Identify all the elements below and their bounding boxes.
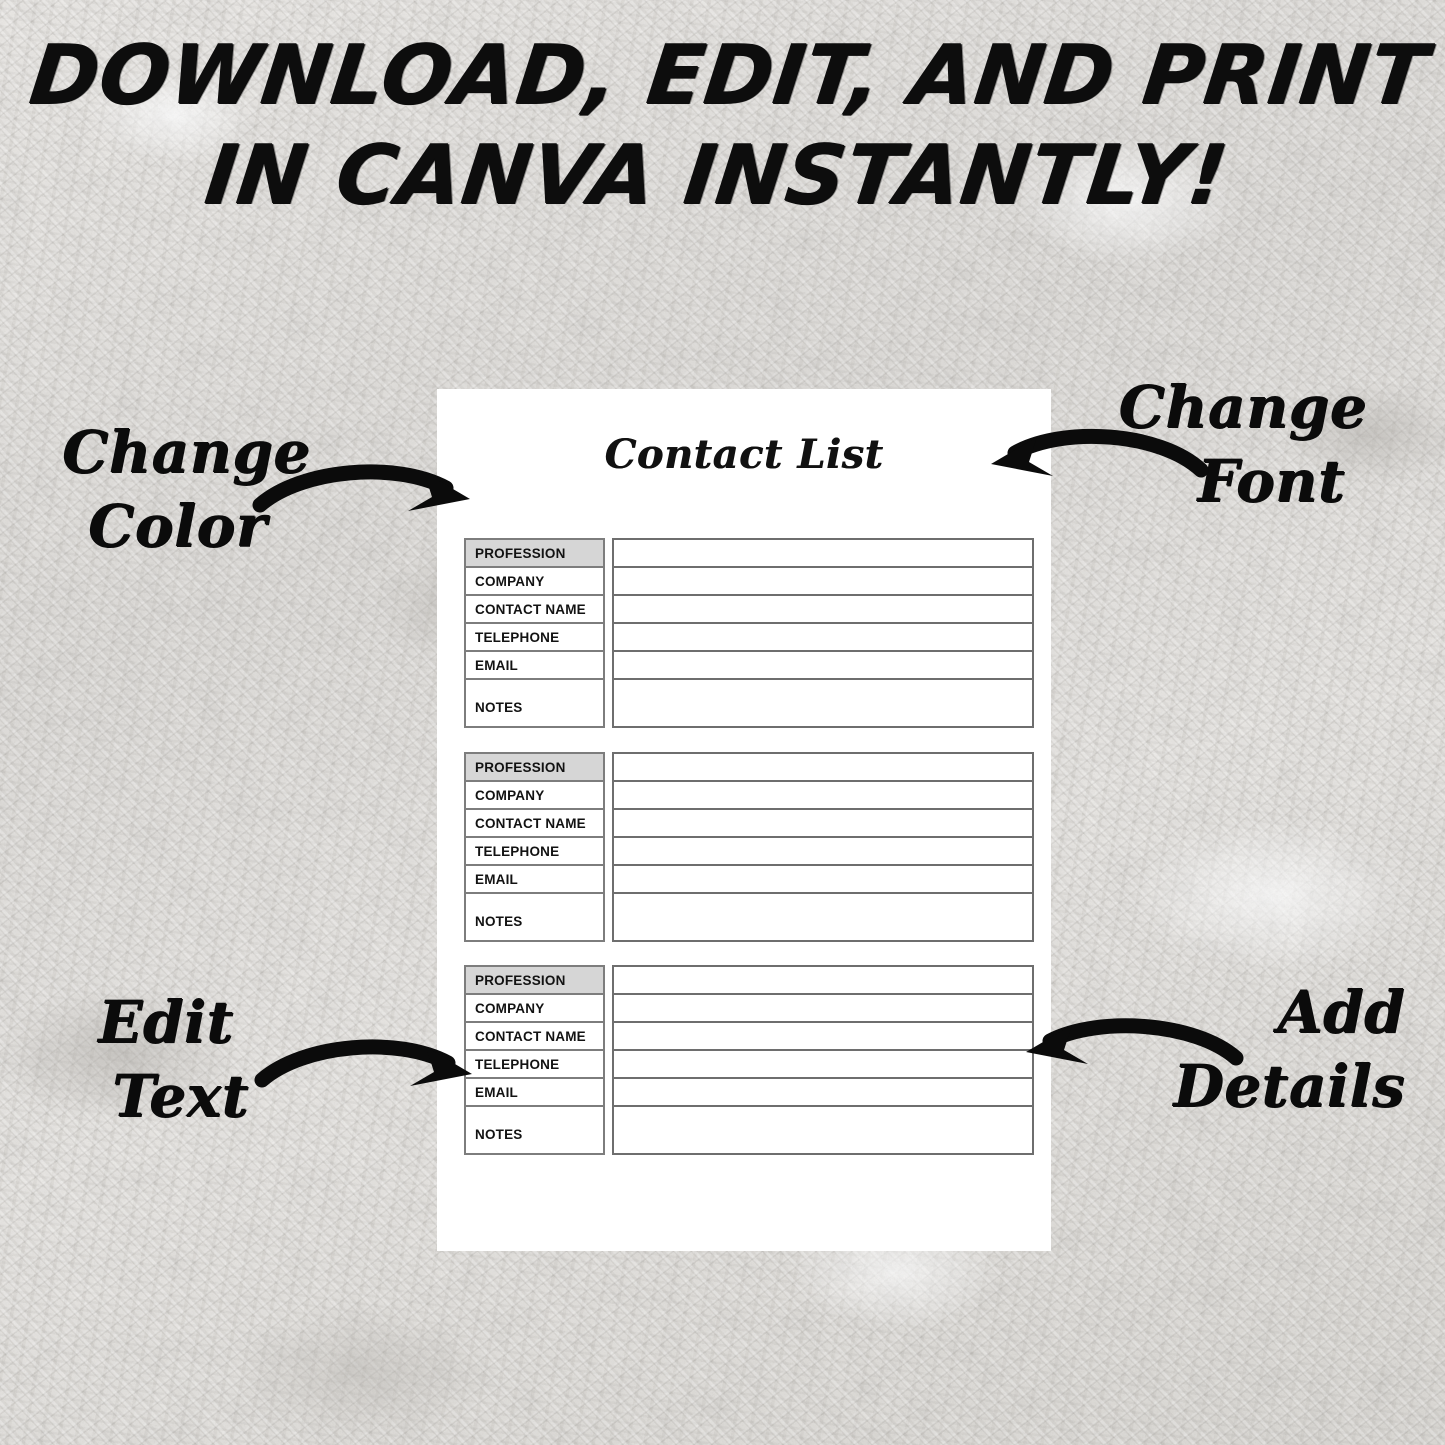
label-column: PROFESSION COMPANY CONTACT NAME TELEPHON… [464, 538, 605, 728]
row-label-email: EMAIL [466, 866, 603, 894]
value-field-profession[interactable] [614, 754, 1032, 782]
row-label-email: EMAIL [466, 652, 603, 680]
annotation-edit-text: Edit Text [98, 985, 249, 1133]
row-label-company: COMPANY [466, 995, 603, 1023]
curved-arrow-right-icon [254, 1039, 472, 1088]
annotation-edit-text-line-1: Edit [98, 988, 234, 1056]
value-field-telephone[interactable] [614, 1051, 1032, 1079]
row-label-profession: PROFESSION [466, 540, 603, 568]
row-label-profession: PROFESSION [466, 967, 603, 995]
value-column [612, 752, 1034, 942]
value-field-email[interactable] [614, 1079, 1032, 1107]
row-label-contact-name: CONTACT NAME [466, 810, 603, 838]
printable-sheet: Contact List PROFESSION COMPANY CONTACT … [437, 389, 1051, 1251]
curved-arrow-right-icon [252, 464, 470, 513]
value-field-telephone[interactable] [614, 838, 1032, 866]
annotation-edit-text-line-2: Text [112, 1062, 249, 1131]
row-label-notes: NOTES [475, 699, 523, 715]
value-field-notes[interactable] [614, 1107, 1032, 1153]
value-field-contact-name[interactable] [614, 596, 1032, 624]
value-field-contact-name[interactable] [614, 810, 1032, 838]
curved-arrow-left-icon [1026, 1018, 1244, 1066]
value-field-notes[interactable] [614, 680, 1032, 726]
row-label-telephone: TELEPHONE [466, 838, 603, 866]
row-label-telephone: TELEPHONE [466, 624, 603, 652]
row-label-contact-name: CONTACT NAME [466, 596, 603, 624]
value-field-telephone[interactable] [614, 624, 1032, 652]
contact-block-2: PROFESSION COMPANY CONTACT NAME TELEPHON… [464, 752, 1034, 942]
value-field-contact-name[interactable] [614, 1023, 1032, 1051]
value-field-company[interactable] [614, 782, 1032, 810]
row-label-profession: PROFESSION [466, 754, 603, 782]
row-label-company: COMPANY [466, 568, 603, 596]
value-field-email[interactable] [614, 866, 1032, 894]
value-field-profession[interactable] [614, 967, 1032, 995]
value-column [612, 965, 1034, 1155]
curved-arrow-left-icon [991, 428, 1209, 478]
value-field-email[interactable] [614, 652, 1032, 680]
contact-block-1: PROFESSION COMPANY CONTACT NAME TELEPHON… [464, 538, 1034, 728]
page-title: Contact List [604, 431, 884, 478]
value-field-notes[interactable] [614, 894, 1032, 940]
value-column [612, 538, 1034, 728]
label-column: PROFESSION COMPANY CONTACT NAME TELEPHON… [464, 752, 605, 942]
value-field-profession[interactable] [614, 540, 1032, 568]
headline-line-2: IN CANVA INSTANTLY! [200, 128, 1233, 224]
value-field-company[interactable] [614, 568, 1032, 596]
headline: DOWNLOAD, EDIT, AND PRINT IN CANVA INSTA… [0, 26, 1445, 226]
headline-line-1: DOWNLOAD, EDIT, AND PRINT [24, 28, 1433, 123]
row-label-company: COMPANY [466, 782, 603, 810]
row-label-notes: NOTES [475, 913, 523, 929]
contact-block-3: PROFESSION COMPANY CONTACT NAME TELEPHON… [464, 965, 1034, 1155]
value-field-company[interactable] [614, 995, 1032, 1023]
